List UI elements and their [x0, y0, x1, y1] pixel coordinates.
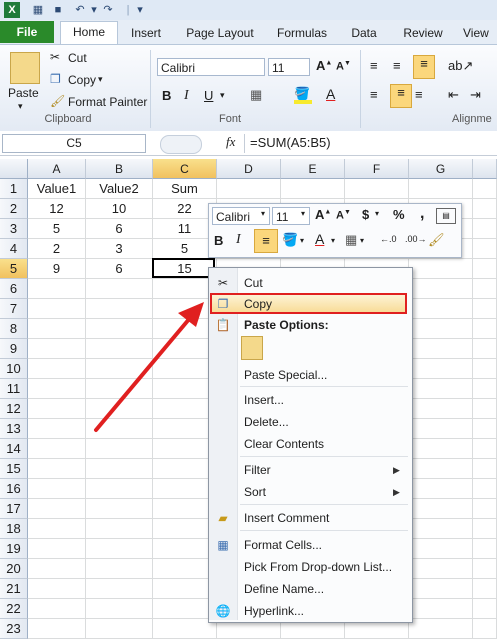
annotation-arrow-head — [178, 302, 204, 327]
annotation-arrow — [94, 302, 204, 432]
annotation-arrow-line — [94, 316, 192, 432]
